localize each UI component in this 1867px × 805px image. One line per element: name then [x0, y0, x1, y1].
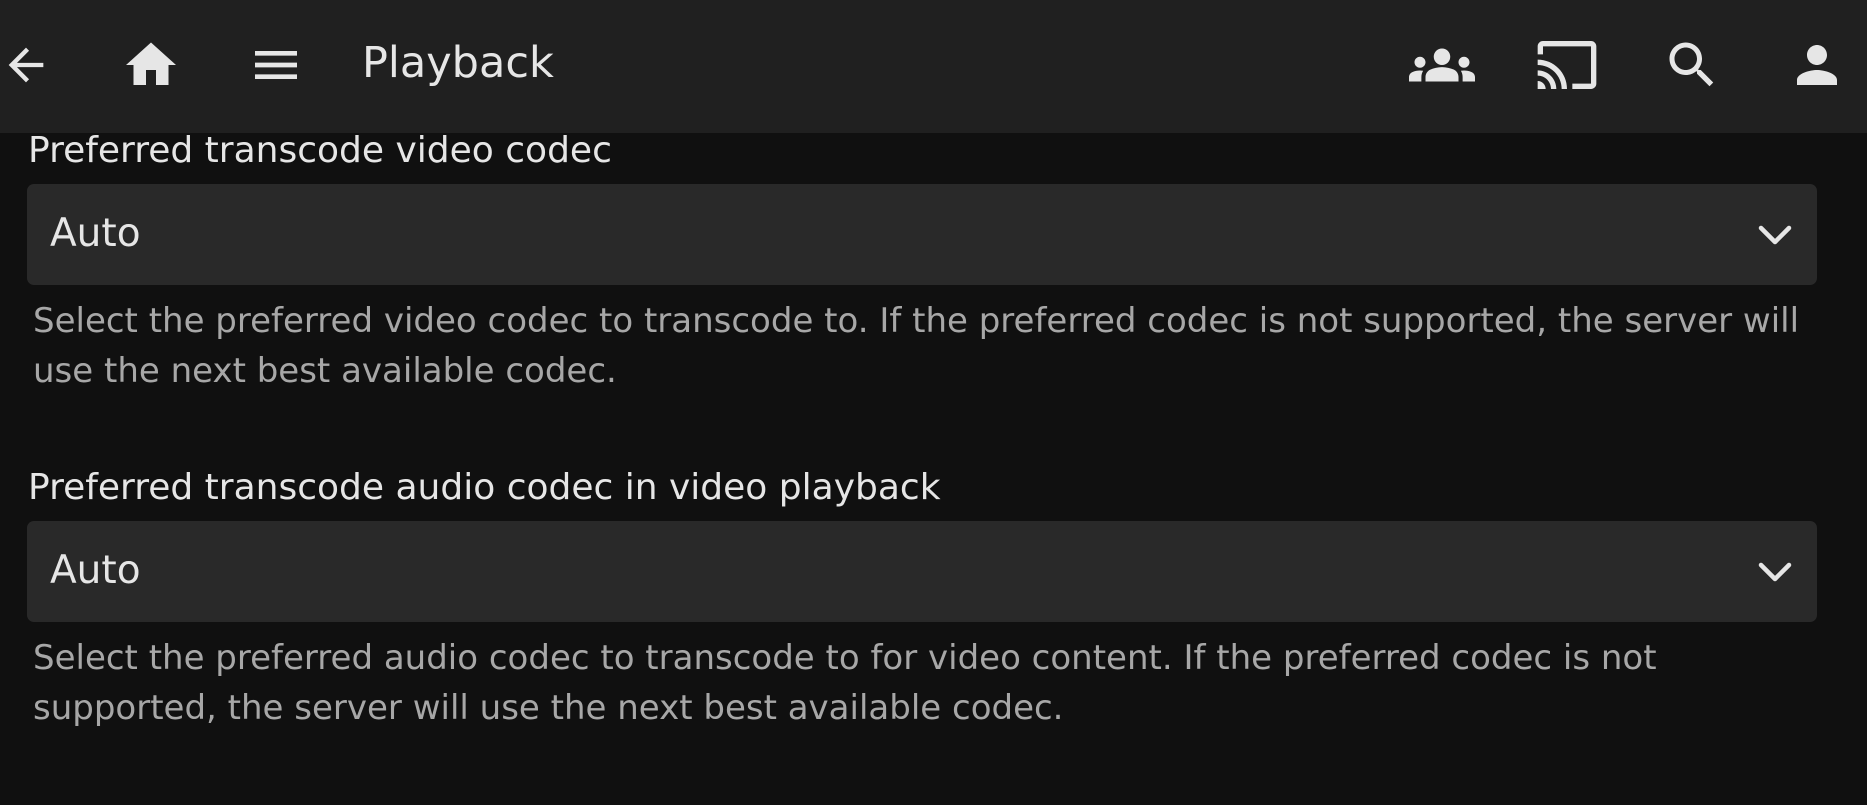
- cast-button[interactable]: [1531, 29, 1603, 101]
- audio-codec-label: Preferred transcode audio codec in video…: [28, 467, 941, 508]
- arrow-back-icon: [8, 47, 44, 83]
- chevron-down-icon: [1758, 225, 1792, 245]
- group-icon: [1409, 48, 1475, 82]
- user-icon: [1797, 45, 1837, 85]
- video-codec-label: Preferred transcode video codec: [28, 130, 612, 171]
- video-codec-description: Select the preferred video codec to tran…: [33, 301, 1800, 391]
- audio-codec-value: Auto: [50, 548, 141, 593]
- video-codec-select[interactable]: Auto: [27, 184, 1817, 285]
- audio-codec-description: Select the preferred audio codec to tran…: [33, 638, 1657, 728]
- user-button[interactable]: [1781, 29, 1853, 101]
- chevron-down-icon: [1758, 562, 1792, 582]
- app-header: Playback: [0, 0, 1867, 133]
- page-title: Playback: [362, 38, 554, 88]
- video-codec-value: Auto: [50, 211, 141, 256]
- menu-button[interactable]: [240, 29, 312, 101]
- menu-icon: [255, 51, 297, 79]
- audio-codec-select[interactable]: Auto: [27, 521, 1817, 622]
- search-button[interactable]: [1656, 29, 1728, 101]
- cast-icon: [1537, 41, 1597, 89]
- back-button[interactable]: [0, 29, 62, 101]
- search-icon: [1669, 42, 1714, 87]
- home-icon: [126, 42, 176, 85]
- home-button[interactable]: [115, 29, 187, 101]
- syncplay-button[interactable]: [1406, 29, 1478, 101]
